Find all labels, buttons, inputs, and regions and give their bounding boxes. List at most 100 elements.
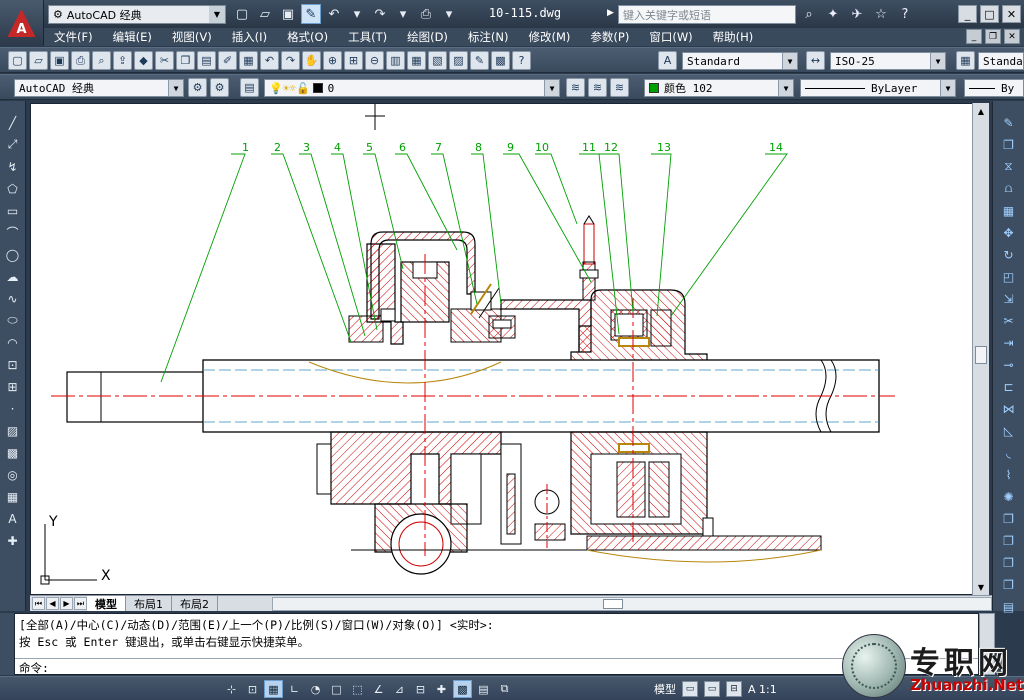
break-icon[interactable]: ⊏	[999, 377, 1019, 396]
scale-icon[interactable]: ◰	[999, 267, 1019, 286]
circle-icon[interactable]: ◯	[3, 245, 23, 264]
text-style-select[interactable]: Standard ▼	[682, 52, 798, 70]
search-input[interactable]: 键入关键字或短语	[618, 5, 796, 24]
tab-model[interactable]: 模型	[87, 596, 126, 611]
quick-view-drawings-icon[interactable]: ▭	[704, 681, 720, 697]
hatch-icon[interactable]: ▨	[3, 421, 23, 440]
minimize-icon[interactable]: _	[958, 5, 977, 23]
ortho-mode-icon[interactable]: ∟	[285, 680, 304, 698]
dim-style-icon[interactable]: ↔	[806, 51, 825, 70]
calculator-icon[interactable]: ▩	[491, 51, 510, 70]
workspace-switcher[interactable]: ⚙ AutoCAD 经典 ▼	[48, 5, 226, 24]
allow-ucs-icon[interactable]: ⊿	[390, 680, 409, 698]
draw-order-above-icon[interactable]: ❐	[999, 553, 1019, 572]
infer-constraints-icon[interactable]: ⊹	[222, 680, 241, 698]
3d-dwf-icon[interactable]: ◆	[134, 51, 153, 70]
scroll-thumb[interactable]	[975, 346, 987, 364]
arc-icon[interactable]: ⌒	[3, 223, 23, 242]
horizontal-scrollbar[interactable]	[272, 596, 992, 611]
help-icon[interactable]: ?	[512, 51, 531, 70]
lineweight-select[interactable]: By	[964, 79, 1024, 97]
insert-block-icon[interactable]: ⊡	[3, 355, 23, 374]
undo-dropdown-icon[interactable]: ▾	[347, 4, 367, 24]
prev-tab-icon[interactable]: ◀	[46, 597, 59, 610]
polar-tracking-icon[interactable]: ◔	[306, 680, 325, 698]
new-file-icon[interactable]: ▢	[232, 4, 252, 24]
tab-layout1[interactable]: 布局1	[126, 596, 172, 611]
extend-icon[interactable]: ⇥	[999, 333, 1019, 352]
layer-previous-icon[interactable]: ≋	[588, 78, 607, 97]
erase-icon[interactable]: ✎	[999, 113, 1019, 132]
fillet-icon[interactable]: ◟	[999, 443, 1019, 462]
ellipse-icon[interactable]: ⬭	[3, 311, 23, 330]
spline-icon[interactable]: ∿	[3, 289, 23, 308]
make-current-layer-icon[interactable]: ≋	[566, 78, 585, 97]
blend-icon[interactable]: ⌇	[999, 465, 1019, 484]
tab-layout2[interactable]: 布局2	[172, 596, 218, 611]
menu-modify[interactable]: 修改(M)	[519, 29, 581, 45]
draw-order-front-icon[interactable]: ❐	[999, 509, 1019, 528]
binoculars-icon[interactable]: ⌕	[800, 5, 818, 23]
region-icon[interactable]: ◎	[3, 465, 23, 484]
menu-dimension[interactable]: 标注(N)	[458, 29, 519, 45]
workspace-select[interactable]: AutoCAD 经典 ▼	[14, 79, 184, 97]
move-icon[interactable]: ✥	[999, 223, 1019, 242]
menu-edit[interactable]: 编辑(E)	[103, 29, 162, 45]
scroll-down-icon[interactable]: ▼	[973, 579, 989, 595]
revcloud-icon[interactable]: ☁	[3, 267, 23, 286]
copy-icon[interactable]: ❐	[176, 51, 195, 70]
next-tab-icon[interactable]: ▶	[60, 597, 73, 610]
menu-parametric[interactable]: 参数(P)	[580, 29, 639, 45]
mirror-icon[interactable]: ⧖	[999, 157, 1019, 176]
paste-icon[interactable]: ▤	[197, 51, 216, 70]
application-menu-button[interactable]: A	[0, 0, 44, 46]
ellipse-arc-icon[interactable]: ◠	[3, 333, 23, 352]
table-icon[interactable]: ▦	[3, 487, 23, 506]
draw-order-back-icon[interactable]: ❐	[999, 531, 1019, 550]
open-folder-icon[interactable]: ▱	[255, 4, 275, 24]
pan-icon[interactable]: ✋	[302, 51, 321, 70]
annotation-scale[interactable]: A 1:1	[748, 683, 777, 696]
menu-draw[interactable]: 绘图(D)	[397, 29, 458, 45]
make-block-icon[interactable]: ⊞	[3, 377, 23, 396]
layer-properties-icon[interactable]: ▤	[240, 78, 259, 97]
draw-order-below-icon[interactable]: ❐	[999, 575, 1019, 594]
add-selected-icon[interactable]: ✚	[3, 531, 23, 550]
command-window-grip[interactable]	[0, 613, 14, 675]
menu-help[interactable]: 帮助(H)	[703, 29, 764, 45]
zoom-window-icon[interactable]: ⊞	[344, 51, 363, 70]
first-tab-icon[interactable]: ⏮	[32, 597, 45, 610]
offset-icon[interactable]: ⩍	[999, 179, 1019, 198]
stretch-icon[interactable]: ⇲	[999, 289, 1019, 308]
redo-dropdown-icon[interactable]: ▾	[393, 4, 413, 24]
lineweight-icon[interactable]: ✚	[432, 680, 451, 698]
layer-state-icon[interactable]: ≋	[610, 78, 629, 97]
text-style-icon[interactable]: A	[658, 51, 677, 70]
workspace-save-icon[interactable]: ⚙	[210, 78, 229, 97]
scroll-up-icon[interactable]: ▲	[973, 103, 989, 119]
vertical-scrollbar[interactable]: ▲ ▼	[972, 103, 989, 595]
model-space-label[interactable]: 模型	[654, 681, 676, 697]
cut-icon[interactable]: ✂	[155, 51, 174, 70]
menu-insert[interactable]: 插入(I)	[222, 29, 277, 45]
doc-close-icon[interactable]: ✕	[1004, 29, 1020, 44]
grid-display-icon[interactable]: ▦	[264, 680, 283, 698]
3d-object-snap-icon[interactable]: ⬚	[348, 680, 367, 698]
text-to-front-icon[interactable]: ▤	[999, 597, 1019, 616]
menu-window[interactable]: 窗口(W)	[639, 29, 702, 45]
title-expand-icon[interactable]: ▶	[607, 8, 614, 18]
doc-restore-icon[interactable]: ❐	[985, 29, 1001, 44]
match-properties-icon[interactable]: ✐	[218, 51, 237, 70]
color-select[interactable]: 颜色 102 ▼	[644, 79, 794, 97]
tool-palettes-icon[interactable]: ▧	[428, 51, 447, 70]
open-icon[interactable]: ▱	[29, 51, 48, 70]
layer-select[interactable]: 💡 ☀ ☼ 🔓 0 ▼	[264, 79, 560, 97]
break-at-point-icon[interactable]: ⊸	[999, 355, 1019, 374]
undo-icon[interactable]: ↶	[260, 51, 279, 70]
design-center-icon[interactable]: ▦	[407, 51, 426, 70]
construction-line-icon[interactable]: ⤢	[3, 135, 23, 154]
polygon-icon[interactable]: ⬠	[3, 179, 23, 198]
plot-icon[interactable]: ⎙	[71, 51, 90, 70]
object-snap-tracking-icon[interactable]: ∠	[369, 680, 388, 698]
qnew-icon[interactable]: ▢	[8, 51, 27, 70]
